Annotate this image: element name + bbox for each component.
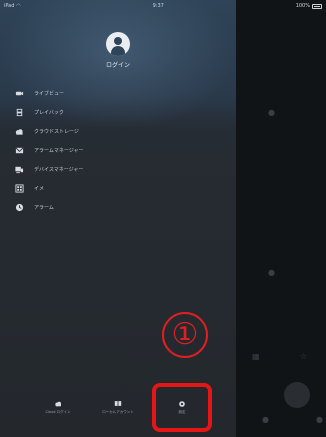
battery-icon xyxy=(311,3,322,9)
menu-item-alarm-manager[interactable]: アラームマネージャー xyxy=(0,141,236,160)
status-bar: iPad ◠ 9:37 100% xyxy=(0,0,326,12)
status-left: iPad ◠ xyxy=(4,3,21,9)
gear-icon xyxy=(178,400,186,407)
drawer-menu: ライブビュー プレイバック クラウドストレージ アラームマネージャー デバイスマ… xyxy=(0,84,236,217)
menu-item-live-view[interactable]: ライブビュー xyxy=(0,84,236,103)
local-account-label: ローカルアカウント xyxy=(102,410,134,414)
menu-item-label: ライブビュー xyxy=(34,91,65,97)
clock: 9:37 xyxy=(152,3,164,9)
battery-percent: 100% xyxy=(295,3,310,9)
arrow-up-icon: ● xyxy=(268,108,275,117)
image-icon xyxy=(14,184,24,194)
star-icon: ☆ xyxy=(300,352,308,361)
menu-item-cloud-storage[interactable]: クラウドストレージ xyxy=(0,122,236,141)
local-account-button[interactable]: ローカルアカウント xyxy=(98,400,138,414)
menu-item-device-manager[interactable]: デバイスマネージャー xyxy=(0,160,236,179)
arrow-right-icon: ● xyxy=(316,415,323,424)
mail-icon xyxy=(14,146,24,156)
step-number-badge: ① xyxy=(162,312,208,358)
carrier-label: iPad xyxy=(4,3,15,9)
user-body-icon xyxy=(111,46,125,56)
arrow-left-icon: ● xyxy=(262,415,269,424)
menu-item-label: クラウドストレージ xyxy=(34,129,79,135)
cloud-icon xyxy=(14,127,24,137)
status-right: 100% xyxy=(296,3,322,9)
user-head-icon xyxy=(114,37,122,45)
login-label[interactable]: ログイン xyxy=(88,60,148,69)
joystick-icon xyxy=(284,382,310,408)
menu-item-image[interactable]: イメ xyxy=(0,179,236,198)
settings-label: 設定 xyxy=(178,410,186,414)
book-icon xyxy=(114,400,122,407)
main-content-dimmed[interactable]: ● ● ▦ ☆ ● ● xyxy=(236,0,326,437)
menu-item-label: デバイスマネージャー xyxy=(34,167,84,173)
camera-icon xyxy=(14,89,24,99)
menu-item-label: イメ xyxy=(34,186,45,192)
grid-icon: ▦ xyxy=(252,352,260,361)
cloud-icon xyxy=(54,400,62,407)
avatar[interactable] xyxy=(106,32,130,56)
devices-icon xyxy=(14,165,24,175)
arrow-down-icon: ● xyxy=(268,268,275,277)
cloud-login-button[interactable]: Cloud ログイン xyxy=(38,400,78,414)
settings-button[interactable]: 設定 xyxy=(162,400,202,414)
menu-item-alarm[interactable]: アラーム xyxy=(0,198,236,217)
menu-item-label: アラームマネージャー xyxy=(34,148,84,154)
alarm-icon xyxy=(14,203,24,213)
cloud-login-label: Cloud ログイン xyxy=(45,410,71,414)
menu-item-label: アラーム xyxy=(34,205,54,211)
wifi-icon: ◠ xyxy=(16,3,21,9)
side-drawer: ログイン ライブビュー プレイバック クラウドストレージ アラームマネージャー xyxy=(0,0,236,437)
menu-item-playback[interactable]: プレイバック xyxy=(0,103,236,122)
film-icon xyxy=(14,108,24,118)
menu-item-label: プレイバック xyxy=(34,110,64,116)
